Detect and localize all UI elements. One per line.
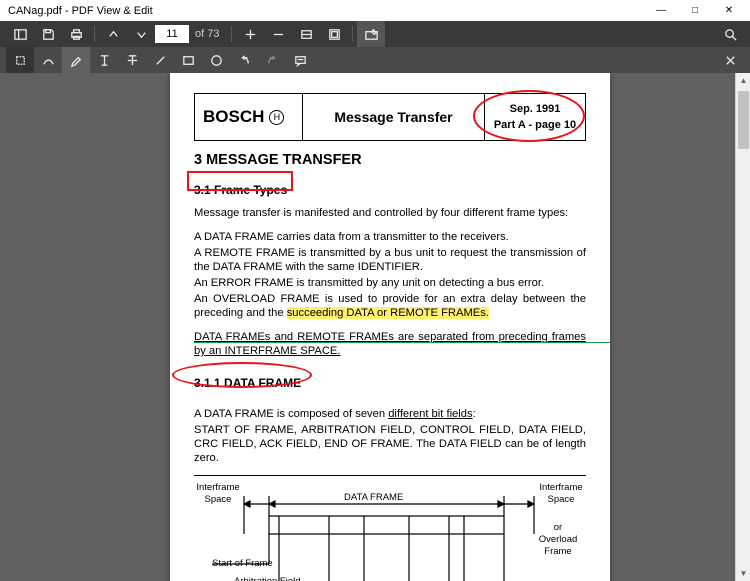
doc-header: BOSCHH Message Transfer Sep. 1991 Part A… (194, 93, 586, 141)
paragraph: A DATA FRAME carries data from a transmi… (194, 230, 586, 244)
prev-page-button[interactable] (99, 21, 127, 47)
vertical-scrollbar[interactable]: ▲ ▼ (735, 73, 750, 581)
zoom-out-button[interactable] (264, 21, 292, 47)
strikethrough-tool-button[interactable] (118, 47, 146, 73)
paragraph: An OVERLOAD FRAME is used to provide for… (194, 292, 586, 320)
highlight-annotation[interactable]: succeeding DATA or REMOTE FRAMEs. (287, 307, 489, 319)
fit-page-button[interactable] (320, 21, 348, 47)
diagram-label: InterframeSpace (536, 482, 586, 506)
zoom-in-button[interactable] (236, 21, 264, 47)
doc-brand: BOSCHH (195, 94, 303, 140)
line-tool-button[interactable] (146, 47, 174, 73)
edit-mode-button[interactable] (357, 21, 385, 47)
undo-button[interactable] (230, 47, 258, 73)
page-number-input[interactable] (155, 25, 189, 43)
document-viewport[interactable]: BOSCHH Message Transfer Sep. 1991 Part A… (0, 73, 750, 581)
rectangle-tool-button[interactable] (174, 47, 202, 73)
diagram-label: DATA FRAME (344, 492, 403, 504)
bosch-logo-icon: H (269, 110, 284, 125)
highlight-tool-button[interactable] (62, 47, 90, 73)
separator (352, 26, 353, 42)
paragraph: A DATA FRAME is composed of seven differ… (194, 407, 586, 421)
document-page: BOSCHH Message Transfer Sep. 1991 Part A… (170, 73, 610, 581)
select-tool-button[interactable] (6, 47, 34, 73)
print-button[interactable] (62, 21, 90, 47)
sidebar-toggle-button[interactable] (6, 21, 34, 47)
doc-body: 3 MESSAGE TRANSFER 3.1 Frame Types Messa… (194, 151, 586, 581)
text-tool-button[interactable] (90, 47, 118, 73)
doc-page-ref: Part A - page 10 (494, 119, 576, 131)
doc-meta: Sep. 1991 Part A - page 10 (485, 94, 585, 140)
heading-1: 3 MESSAGE TRANSFER (194, 151, 586, 169)
frame-diagram: InterframeSpace DATA FRAME InterframeSpa… (194, 475, 586, 581)
close-toolbar-button[interactable] (716, 47, 744, 73)
next-page-button[interactable] (127, 21, 155, 47)
ink-tool-button[interactable] (34, 47, 62, 73)
doc-title: Message Transfer (303, 94, 485, 140)
annotation-toolbar (0, 47, 750, 73)
maximize-button[interactable]: □ (678, 0, 712, 21)
diagram-label: orOverloadFrame (536, 522, 580, 558)
paragraph: DATA FRAMEs and REMOTE FRAMEs are separa… (194, 330, 586, 358)
paragraph: A REMOTE FRAME is transmitted by a bus u… (194, 246, 586, 274)
scrollbar-thumb[interactable] (738, 91, 749, 149)
search-button[interactable] (716, 21, 744, 47)
heading-2: 3.1.1 DATA FRAME (194, 376, 301, 391)
minimize-button[interactable]: — (644, 0, 678, 21)
redo-button[interactable] (258, 47, 286, 73)
ellipse-tool-button[interactable] (202, 47, 230, 73)
green-line-annotation[interactable] (194, 342, 610, 343)
diagram-label: Arbitration Field (234, 576, 301, 581)
page-count-label: of 73 (195, 28, 219, 40)
window-title: CANag.pdf - PDF View & Edit (4, 5, 644, 17)
window-titlebar: CANag.pdf - PDF View & Edit — □ ✕ (0, 0, 750, 21)
scroll-up-arrow-icon[interactable]: ▲ (736, 73, 750, 88)
diagram-label: InterframeSpace (194, 482, 242, 506)
red-ellipse-annotation[interactable] (473, 90, 585, 142)
close-window-button[interactable]: ✕ (712, 0, 746, 21)
fit-width-button[interactable] (292, 21, 320, 47)
save-button[interactable] (34, 21, 62, 47)
diagram-label: Start of Frame (212, 558, 273, 570)
separator (94, 26, 95, 42)
heading-2: 3.1 Frame Types (194, 183, 287, 198)
paragraph: An ERROR FRAME is transmitted by any uni… (194, 276, 586, 290)
paragraph: START OF FRAME, ARBITRATION FIELD, CONTR… (194, 423, 586, 465)
paragraph: Message transfer is manifested and contr… (194, 206, 586, 220)
doc-date: Sep. 1991 (510, 103, 561, 115)
separator (231, 26, 232, 42)
main-toolbar: of 73 (0, 21, 750, 47)
scroll-down-arrow-icon[interactable]: ▼ (736, 566, 750, 581)
comment-tool-button[interactable] (286, 47, 314, 73)
